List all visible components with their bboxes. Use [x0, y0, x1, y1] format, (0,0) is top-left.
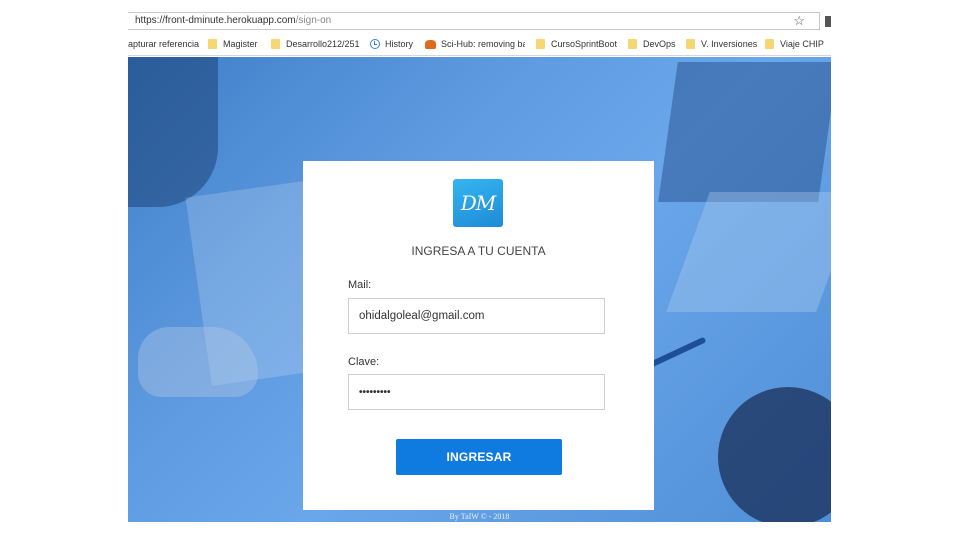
background-person	[128, 57, 218, 207]
address-bar[interactable]: https://front-dminute.herokuapp.com/sign…	[128, 12, 820, 30]
password-input[interactable]: •••••••••	[348, 374, 605, 410]
address-bar-row: https://front-dminute.herokuapp.com/sign…	[128, 8, 831, 34]
folder-icon	[536, 39, 545, 49]
bookmark-item[interactable]: History	[370, 39, 413, 49]
bookmark-item[interactable]: Viaje CHIP	[765, 39, 824, 49]
login-button[interactable]: INGRESAR	[396, 439, 562, 475]
bookmark-item[interactable]: V. Inversiones	[686, 39, 757, 49]
login-card: DM INGRESA A TU CUENTA Mail: ohidalgolea…	[303, 161, 654, 510]
mail-label: Mail:	[348, 279, 372, 291]
bookmark-label: apturar referencia	[128, 39, 200, 49]
background-hand	[138, 327, 258, 397]
mail-input[interactable]: ohidalgoleal@gmail.com	[348, 298, 605, 334]
bookmark-label: Viaje CHIP	[780, 39, 824, 49]
login-title: INGRESA A TU CUENTA	[411, 244, 546, 258]
extension-icon[interactable]	[825, 16, 831, 27]
background-head	[718, 387, 831, 522]
bookmark-item[interactable]: Desarrollo212/251	[271, 39, 360, 49]
password-label: Clave:	[348, 356, 380, 368]
url-text[interactable]: https://front-dminute.herokuapp.com/sign…	[135, 15, 331, 26]
folder-icon	[765, 39, 774, 49]
bookmark-item[interactable]: Sci-Hub: removing ba	[425, 39, 525, 49]
bookmark-item[interactable]: CursoSprintBoot	[536, 39, 617, 49]
bookmark-item[interactable]: apturar referencia	[128, 39, 199, 49]
url-path: /sign-on	[295, 15, 332, 26]
bookmark-item[interactable]: Magister	[208, 39, 258, 49]
history-icon	[370, 39, 380, 49]
page-background: DM INGRESA A TU CUENTA Mail: ohidalgolea…	[128, 57, 831, 522]
bookmark-label: DevOps	[643, 39, 676, 49]
bookmark-item[interactable]: DevOps	[628, 39, 676, 49]
bookmark-label: History	[385, 39, 414, 49]
app-logo: DM	[453, 179, 503, 227]
bookmarks-bar: apturar referencia Magister Desarrollo21…	[128, 36, 831, 56]
scihub-icon	[425, 39, 436, 49]
bookmark-label: V. Inversiones	[701, 39, 758, 49]
browser-window: https://front-dminute.herokuapp.com/sign…	[128, 8, 831, 522]
bookmark-label: Sci-Hub: removing ba	[441, 39, 525, 49]
bookmark-star-icon[interactable]: ☆	[793, 14, 805, 28]
logo-text: DM	[460, 191, 497, 215]
bookmark-label: Magister	[223, 39, 258, 49]
folder-icon	[686, 39, 695, 49]
bookmark-label: Desarrollo212/251	[286, 39, 360, 49]
background-pen	[649, 336, 707, 368]
folder-icon	[271, 39, 280, 49]
background-laptop	[658, 62, 831, 202]
background-keyboard	[666, 192, 831, 312]
folder-icon	[628, 39, 637, 49]
url-host: https://front-dminute.herokuapp.com	[135, 15, 296, 26]
folder-icon	[208, 39, 217, 49]
bookmark-label: CursoSprintBoot	[551, 39, 618, 49]
footer-credit: By TaIW © - 2018	[449, 512, 510, 521]
